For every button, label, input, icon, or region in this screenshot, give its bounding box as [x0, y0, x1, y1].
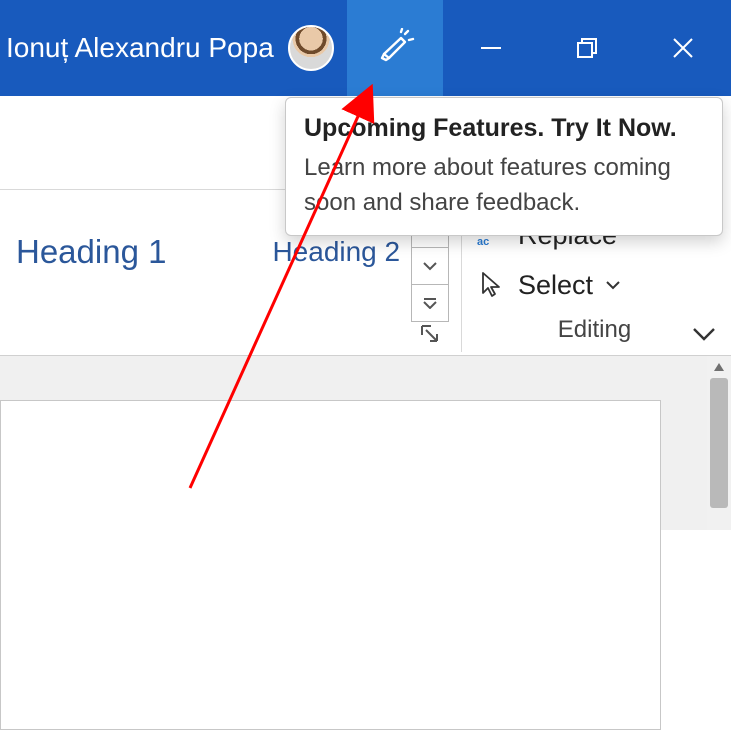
- select-label: Select: [518, 270, 593, 301]
- upcoming-features-button[interactable]: [347, 0, 443, 96]
- title-bar: Ionuț Alexandru Popa: [0, 0, 731, 96]
- user-name[interactable]: Ionuț Alexandru Popa: [6, 32, 274, 64]
- close-icon: [670, 35, 696, 61]
- editing-group-label: Editing: [558, 316, 631, 344]
- styles-scroll-down[interactable]: [411, 247, 449, 285]
- minimize-icon: [478, 35, 504, 61]
- restore-icon: [574, 35, 600, 61]
- triangle-up-icon: [713, 362, 725, 372]
- chevron-down-icon: [691, 325, 717, 343]
- styles-dialog-launcher[interactable]: [416, 320, 444, 348]
- select-button[interactable]: Select: [476, 260, 713, 310]
- cursor-icon: [476, 271, 508, 299]
- scroll-up-button[interactable]: [707, 356, 731, 378]
- close-button[interactable]: [635, 0, 731, 96]
- restore-button[interactable]: [539, 0, 635, 96]
- chevron-bar-down-icon: [422, 297, 438, 309]
- document-area: [0, 356, 731, 530]
- editing-group-expand[interactable]: [691, 325, 717, 348]
- megaphone-icon: [375, 28, 415, 68]
- style-heading-2[interactable]: Heading 2: [256, 230, 416, 274]
- chevron-down-icon: [605, 275, 621, 296]
- upcoming-features-tooltip: Upcoming Features. Try It Now. Learn mor…: [285, 97, 723, 236]
- avatar[interactable]: [288, 25, 334, 71]
- style-heading-1[interactable]: Heading 1: [0, 227, 182, 277]
- chevron-down-icon: [422, 260, 438, 272]
- svg-text:ac: ac: [477, 236, 489, 247]
- styles-expand[interactable]: [411, 284, 449, 322]
- scroll-thumb[interactable]: [710, 378, 728, 508]
- editing-group-label-row: Editing: [476, 316, 713, 344]
- tooltip-body: Learn more about features coming soon an…: [304, 151, 704, 221]
- document-page[interactable]: [0, 400, 661, 730]
- tooltip-title: Upcoming Features. Try It Now.: [304, 114, 704, 143]
- vertical-scrollbar[interactable]: [707, 356, 731, 530]
- window-buttons: [347, 0, 731, 96]
- dialog-launcher-icon: [419, 323, 441, 345]
- minimize-button[interactable]: [443, 0, 539, 96]
